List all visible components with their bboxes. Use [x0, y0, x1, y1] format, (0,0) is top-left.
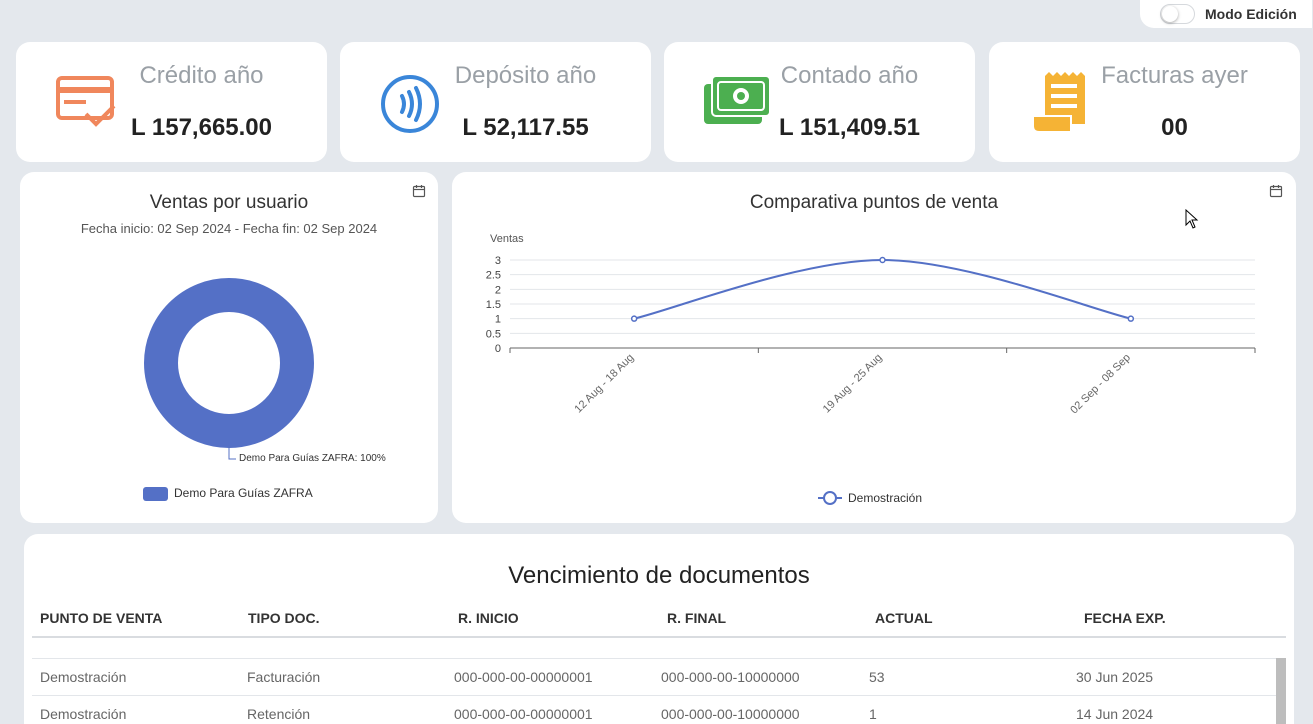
legend-marker[interactable]: [823, 491, 837, 505]
kpi-card-contado: Contado año L 151,409.51: [664, 42, 975, 162]
mouse-cursor-icon: [1185, 209, 1199, 229]
x-tick-label: 02 Sep - 08 Sep: [1068, 352, 1133, 417]
edit-mode-toggle-container: Modo Edición: [1140, 0, 1312, 28]
column-header-punto-venta[interactable]: PUNTO DE VENTA: [40, 610, 162, 626]
table-title: Vencimiento de documentos: [508, 562, 810, 589]
kpi-value: L 52,117.55: [462, 114, 589, 141]
cell-tipo-doc: Facturación: [247, 669, 321, 685]
column-header-r-inicio[interactable]: R. INICIO: [458, 610, 519, 626]
data-point[interactable]: [879, 256, 886, 264]
y-tick-label: 2: [495, 284, 501, 296]
y-tick-label: 1.5: [486, 299, 501, 311]
column-header-fecha-exp[interactable]: FECHA EXP.: [1084, 610, 1166, 626]
ventas-por-usuario-panel: Ventas por usuario Fecha inicio: 02 Sep …: [20, 172, 438, 523]
y-tick-label: 3: [495, 255, 501, 267]
y-axis-label: Ventas: [490, 233, 524, 245]
y-tick-label: 1: [495, 314, 501, 326]
donut-chart: Demo Para Guías ZAFRA: 100% Demo Para Gu…: [143, 278, 386, 501]
column-header-r-final[interactable]: R. FINAL: [667, 610, 726, 626]
data-point[interactable]: [1127, 315, 1135, 322]
data-point[interactable]: [630, 315, 638, 322]
cell-actual: 53: [869, 669, 885, 685]
kpi-value: L 151,409.51: [778, 114, 920, 141]
y-tick-label: 0.5: [486, 328, 501, 340]
legend-label[interactable]: Demo Para Guías ZAFRA: [174, 486, 313, 500]
kpi-card-facturas: Facturas ayer 00: [989, 42, 1300, 162]
table-scrollbar[interactable]: [1276, 658, 1286, 724]
comparativa-panel: Comparativa puntos de venta Ventas 0 0.5 1 1…: [452, 172, 1296, 523]
legend-swatch[interactable]: [143, 487, 168, 501]
legend-label[interactable]: Demostración: [848, 491, 922, 505]
slice-label: Demo Para Guías ZAFRA: 100%: [239, 453, 386, 464]
slice-label-leader: [228, 447, 236, 460]
switch-knob: [1162, 6, 1178, 22]
cell-fecha-exp: 30 Jun 2025: [1076, 669, 1154, 685]
kpi-value: L 157,665.00: [130, 114, 272, 141]
cell-punto-venta: Demostración: [40, 706, 127, 722]
kpi-card-credito: Crédito año L 157,665.00: [16, 42, 327, 162]
edit-mode-label: Modo Edición: [1205, 6, 1297, 22]
kpi-title: Depósito año: [454, 62, 597, 89]
cell-r-final: 000-000-00-10000000: [661, 706, 800, 722]
kpi-card-deposito: Depósito año L 52,117.55: [340, 42, 651, 162]
cell-punto-venta: Demostración: [40, 669, 127, 685]
cell-r-inicio: 000-000-00-00000001: [454, 706, 593, 722]
header-divider: [32, 636, 1286, 638]
y-tick-label: 0: [495, 343, 501, 355]
edit-mode-switch[interactable]: [1160, 4, 1195, 24]
kpi-title: Crédito año: [139, 62, 264, 89]
donut-slice[interactable]: [144, 278, 314, 448]
kpi-title: Facturas ayer: [1101, 62, 1248, 89]
cell-r-inicio: 000-000-00-00000001: [454, 669, 593, 685]
line-chart: Ventas 0 0.5 1 1.5 2 2.5 3 12 Aug - 18 Aug 19 Aug…: [486, 233, 1256, 505]
cell-tipo-doc: Retención: [247, 706, 311, 722]
cell-fecha-exp: 14 Jun 2024: [1076, 706, 1154, 722]
row-divider: [32, 658, 1286, 659]
row-divider: [32, 695, 1286, 696]
kpi-title: Contado año: [780, 62, 919, 89]
vencimiento-documentos-panel: Vencimiento de documentos PUNTO DE VENTA…: [24, 534, 1294, 724]
x-tick-label: 19 Aug - 25 Aug: [821, 352, 885, 416]
y-tick-label: 2.5: [486, 270, 501, 282]
column-header-actual[interactable]: ACTUAL: [875, 610, 933, 626]
cell-r-final: 000-000-00-10000000: [661, 669, 800, 685]
kpi-value: 00: [1161, 114, 1188, 141]
cell-actual: 1: [869, 706, 877, 722]
x-tick-label: 12 Aug - 18 Aug: [572, 352, 636, 416]
column-header-tipo-doc[interactable]: TIPO DOC.: [248, 610, 320, 626]
